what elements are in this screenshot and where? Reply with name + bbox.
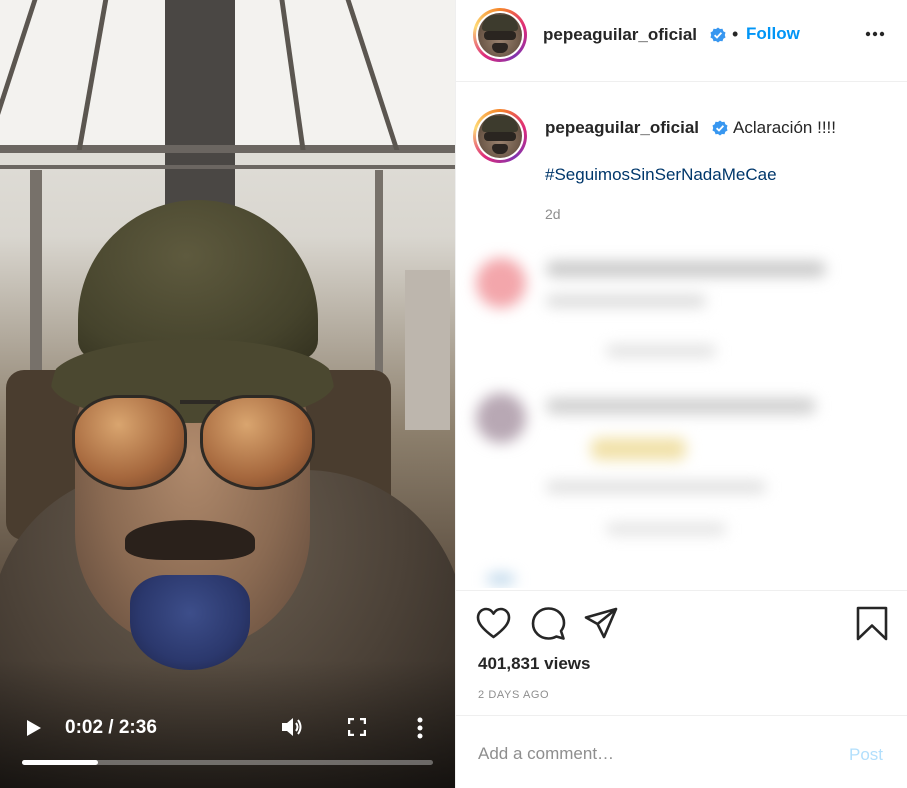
video-person-sunglasses-right	[200, 395, 315, 490]
post-header: pepeaguilar_oficial • Follow	[456, 0, 907, 82]
heart-icon[interactable]	[476, 607, 511, 640]
video-person-mustache	[125, 520, 255, 560]
caption-hashtag[interactable]: #SeguimosSinSerNadaMeCae	[545, 165, 777, 185]
verified-badge-icon	[712, 120, 728, 136]
caption-avatar[interactable]	[473, 109, 527, 163]
video-time-display: 0:02 / 2:36	[65, 717, 157, 738]
video-frame-beam	[165, 0, 235, 215]
caption-username[interactable]: pepeaguilar_oficial	[545, 118, 699, 138]
verified-badge-icon	[710, 27, 726, 43]
caption-age: 2d	[545, 206, 561, 222]
video-progress-bar[interactable]	[22, 760, 433, 765]
video-frame-beam	[405, 270, 450, 430]
post-button[interactable]: Post	[849, 745, 883, 765]
fullscreen-icon[interactable]	[348, 718, 366, 736]
comment-bar: Post	[456, 715, 907, 788]
action-bar: 401,831 views 2 DAYS AGO	[456, 590, 907, 715]
blurred-comments	[466, 233, 896, 585]
caption-text: Aclaración !!!!	[733, 118, 836, 137]
video-controls: 0:02 / 2:36	[0, 705, 455, 788]
comment-icon[interactable]	[531, 606, 566, 641]
caption-section: pepeaguilar_oficial Aclaración !!!! #Seg…	[456, 83, 907, 588]
comment-input[interactable]	[478, 742, 818, 766]
video-person-cap	[78, 200, 318, 360]
volume-icon[interactable]	[280, 716, 304, 738]
video-person-sunglasses-bridge	[180, 400, 220, 404]
play-icon[interactable]	[26, 719, 42, 737]
video-person-goatee	[130, 575, 250, 670]
video-frame-beam	[0, 145, 455, 153]
bookmark-icon[interactable]	[856, 606, 888, 641]
follow-button[interactable]: Follow	[746, 24, 800, 44]
header-separator: •	[732, 24, 739, 44]
more-vertical-icon[interactable]	[416, 717, 424, 739]
post-panel: pepeaguilar_oficial • Follow pepeaguilar…	[455, 0, 907, 788]
view-count[interactable]: 401,831 views	[478, 654, 590, 674]
more-horizontal-icon[interactable]	[865, 31, 885, 37]
video-frame-beam	[0, 165, 455, 169]
video-player[interactable]: 0:02 / 2:36	[0, 0, 455, 788]
header-username[interactable]: pepeaguilar_oficial	[543, 25, 697, 45]
share-icon[interactable]	[584, 607, 618, 639]
avatar[interactable]	[473, 8, 527, 62]
post-timestamp[interactable]: 2 DAYS AGO	[478, 689, 549, 701]
video-person-sunglasses-left	[72, 395, 187, 490]
video-progress-fill	[22, 760, 99, 765]
